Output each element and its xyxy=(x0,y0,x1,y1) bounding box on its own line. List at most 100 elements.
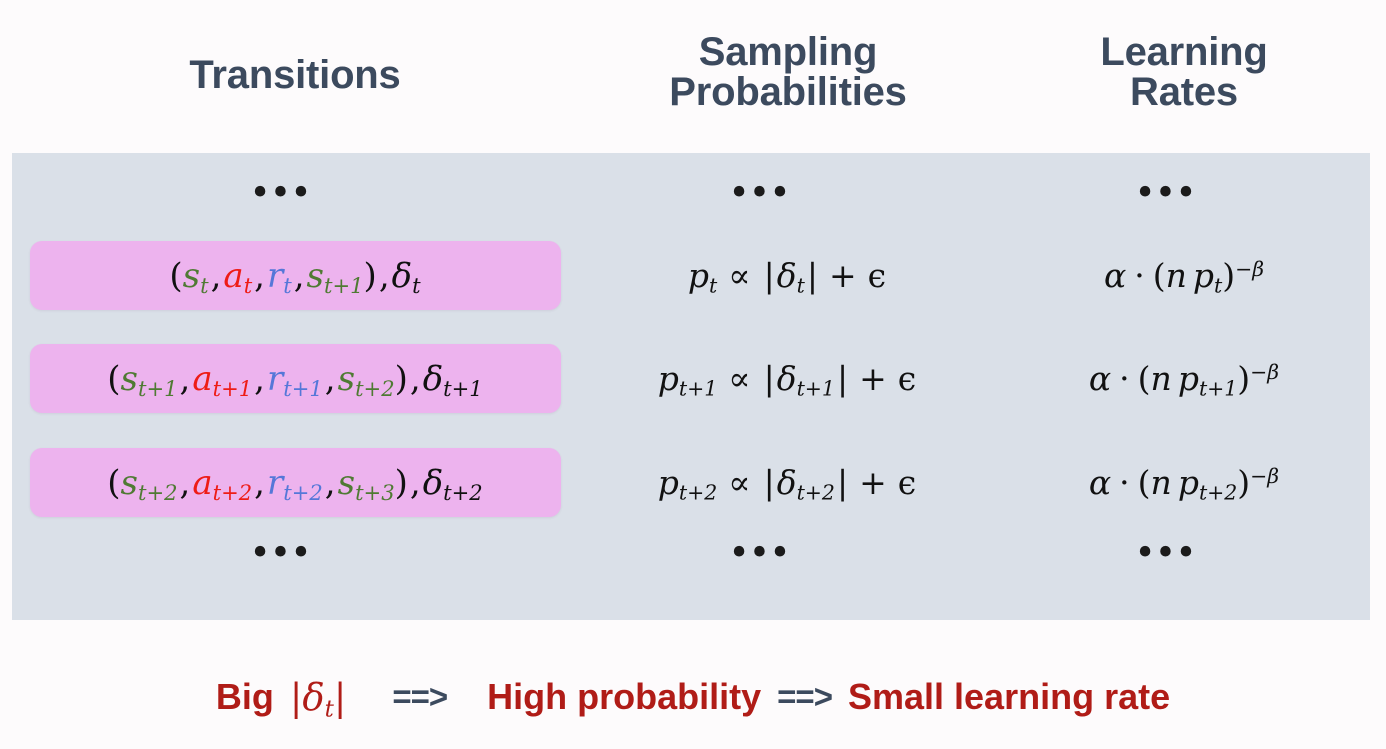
column-header-learning-line2: Rates xyxy=(1130,70,1238,114)
reward-subscript: t xyxy=(283,272,292,298)
reward-subscript: t+1 xyxy=(283,375,323,401)
reward-symbol: r xyxy=(266,255,284,296)
comma: , xyxy=(293,255,305,296)
close-paren: ) xyxy=(1237,463,1251,502)
delta-subscript: t xyxy=(796,273,805,298)
summary-caption: Big |δt| ==> High probability ==> Small … xyxy=(0,666,1386,728)
action-subscript: t xyxy=(243,272,253,298)
ellipsis-icon: ••• xyxy=(731,526,793,576)
comma: , xyxy=(210,255,222,296)
transition-pill[interactable]: (st,at,rt,st+1),δt xyxy=(29,241,561,310)
close-paren: ) xyxy=(394,358,408,399)
delta-symbol: δ xyxy=(391,255,413,296)
cell-transition: (st,at,rt,st+1),δt xyxy=(12,241,578,310)
next-state-symbol: s xyxy=(337,462,356,503)
close-paren: ) xyxy=(363,255,377,296)
close-paren: ) xyxy=(394,462,408,503)
caption-middle-label: High probability xyxy=(487,676,762,717)
table-row: (st+1,at+1,rt+1,st+2),δt+1 pt+1 ∝ |δt+1| + ϵ… xyxy=(12,344,1370,413)
delta-subscript: t+1 xyxy=(796,376,835,401)
plus-icon: + xyxy=(859,359,887,398)
column-headers: Transitions Sampling Probabilities Learn… xyxy=(12,28,1370,146)
action-symbol: a xyxy=(192,462,213,503)
delta-symbol: δ xyxy=(302,675,325,719)
exponent-minus-beta: −β xyxy=(1235,256,1265,281)
table-row-ellipsis-bottom: ••• ••• ••• xyxy=(12,528,1370,588)
next-state-subscript: t+2 xyxy=(355,375,395,401)
n-symbol: n xyxy=(1165,256,1187,295)
close-paren: ) xyxy=(1237,359,1251,398)
plus-icon: + xyxy=(859,463,887,502)
abs-bar-close: | xyxy=(836,463,849,502)
alpha-symbol: α xyxy=(1088,463,1112,502)
comma: , xyxy=(254,358,265,399)
cell-transitions-ellipsis-bottom: ••• xyxy=(12,528,578,588)
delta-symbol: δ xyxy=(422,462,444,503)
comma: , xyxy=(254,255,265,296)
alpha-symbol: α xyxy=(1103,256,1127,295)
column-header-sampling-probabilities: Sampling Probabilities xyxy=(578,32,998,112)
ellipsis-icon: ••• xyxy=(252,526,314,576)
open-paren: ( xyxy=(107,462,121,503)
transition-pill[interactable]: (st+2,at+2,rt+2,st+3),δt+2 xyxy=(29,448,561,517)
state-subscript: t+2 xyxy=(137,479,178,505)
next-state-subscript: t+1 xyxy=(324,272,364,298)
p-subscript: t+2 xyxy=(678,480,718,505)
p-subscript: t+2 xyxy=(1198,480,1238,505)
p-subscript: t xyxy=(1214,273,1223,298)
transition-formula: (st+1,at+1,rt+1,st+2),δt+1 xyxy=(107,358,482,399)
action-subscript: t+2 xyxy=(212,479,253,505)
cell-learning-rate: α · (n pt)−β xyxy=(998,241,1370,310)
learning-rate-formula: α · (n pt+2)−β xyxy=(1088,463,1280,503)
open-paren: ( xyxy=(169,255,183,296)
column-header-sampling-line2: Probabilities xyxy=(669,70,907,114)
comma: , xyxy=(324,462,336,503)
reward-subscript: t+2 xyxy=(283,479,323,505)
p-symbol: p xyxy=(1177,359,1199,398)
table-row: (st,at,rt,st+1),δt pt ∝ |δt| + ϵ α · (n pt)−β xyxy=(12,241,1370,310)
cell-learning-rate-ellipsis-bottom: ••• xyxy=(998,528,1370,588)
alpha-symbol: α xyxy=(1088,359,1112,398)
exponent-minus-beta: −β xyxy=(1250,463,1280,488)
learning-rate-formula: α · (n pt+1)−β xyxy=(1088,359,1280,399)
column-header-transitions-label: Transitions xyxy=(189,53,401,97)
column-header-learning-rates: Learning Rates xyxy=(998,32,1370,112)
proportional-icon: ∝ xyxy=(728,256,751,295)
open-paren: ( xyxy=(1152,256,1166,295)
epsilon-symbol: ϵ xyxy=(897,359,917,398)
abs-bar-open: | xyxy=(289,675,303,719)
state-subscript: t xyxy=(200,272,209,298)
column-header-transitions: Transitions xyxy=(12,55,578,95)
p-symbol: p xyxy=(657,463,679,502)
plus-icon: + xyxy=(828,256,857,295)
proportional-icon: ∝ xyxy=(728,359,751,398)
reward-symbol: r xyxy=(266,358,284,399)
probability-formula: pt+2 ∝ |δt+2| + ϵ xyxy=(657,463,918,503)
p-symbol: p xyxy=(1192,256,1214,295)
ellipsis-icon: ••• xyxy=(731,166,793,216)
caption-end-label: Small learning rate xyxy=(847,676,1171,717)
delta-subscript: t+1 xyxy=(443,375,483,401)
cell-learning-rate-ellipsis-top: ••• xyxy=(998,168,1370,228)
proportional-icon: ∝ xyxy=(728,463,751,502)
cell-learning-rate: α · (n pt+2)−β xyxy=(998,448,1370,517)
comma: , xyxy=(409,358,421,399)
cell-transition: (st+2,at+2,rt+2,st+3),δt+2 xyxy=(12,448,578,517)
comma: , xyxy=(179,462,191,503)
column-header-sampling-line1: Sampling xyxy=(698,30,878,74)
abs-bar-close: | xyxy=(836,359,849,398)
comma: , xyxy=(378,255,390,296)
exponent-minus-beta: −β xyxy=(1250,359,1280,384)
transition-formula: (st,at,rt,st+1),δt xyxy=(169,255,420,296)
n-symbol: n xyxy=(1150,463,1172,502)
caption-big-label: Big xyxy=(215,676,274,717)
comma: , xyxy=(409,462,421,503)
cell-transitions-ellipsis-top: ••• xyxy=(12,168,578,228)
abs-bar-close: | xyxy=(806,256,818,295)
delta-symbol: δ xyxy=(422,358,444,399)
transition-formula: (st+2,at+2,rt+2,st+3),δt+2 xyxy=(107,462,482,503)
p-symbol: p xyxy=(1177,463,1199,502)
table-row-ellipsis-top: ••• ••• ••• xyxy=(12,168,1370,228)
transition-pill[interactable]: (st+1,at+1,rt+1,st+2),δt+1 xyxy=(29,344,561,413)
next-state-symbol: s xyxy=(337,358,356,399)
